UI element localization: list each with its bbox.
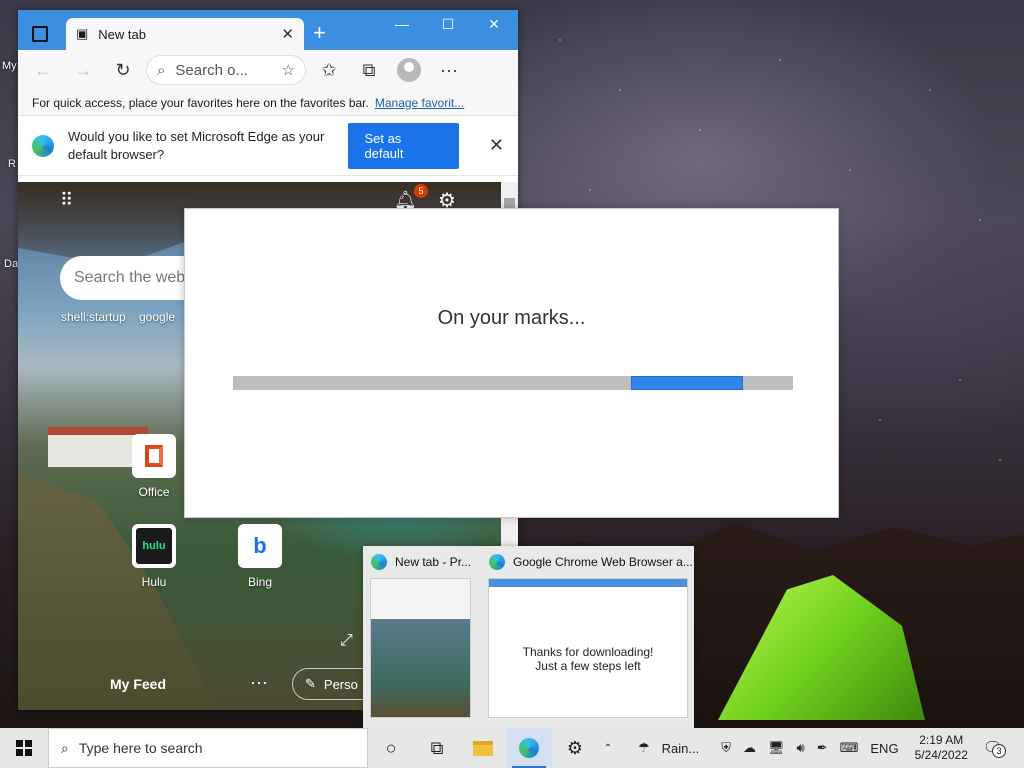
default-browser-prompt: Would you like to set Microsoft Edge as … (68, 128, 325, 162)
hulu-tile-label: Hulu (141, 575, 167, 589)
favorites-icon[interactable]: ✩ (312, 55, 346, 85)
preview-title-row: Google Chrome Web Browser a... (489, 554, 694, 570)
clock-date: 5/24/2022 (914, 748, 968, 762)
weather-widget[interactable]: ☂ Rain... (632, 740, 705, 756)
action-center-button[interactable]: 🗨︎ 3 (978, 738, 1008, 758)
file-explorer-button[interactable] (460, 728, 506, 768)
bing-tile[interactable]: b (238, 524, 282, 568)
pencil-icon: ✎ (305, 676, 316, 691)
set-default-button[interactable]: Set as default (348, 122, 459, 169)
forward-arrow-icon[interactable]: → (66, 55, 100, 85)
manage-favorites-link[interactable]: Manage favorit... (375, 96, 464, 110)
thanks-text: Thanks for downloading! (522, 645, 654, 659)
clock-time: 2:19 AM (919, 733, 964, 747)
security-shield-icon[interactable]: ⛨ (721, 740, 731, 756)
cloud-icon[interactable]: ☁ (743, 740, 756, 756)
progress-bar (233, 376, 793, 390)
preview-thumb-bar (489, 579, 687, 587)
bing-icon: b (253, 533, 267, 558)
favbar-text: For quick access, place your favorites h… (32, 95, 369, 110)
steps-text: Just a few steps left (535, 659, 641, 673)
app-launcher-icon[interactable]: ⠿ (60, 190, 74, 211)
new-tab-plus-icon[interactable]: + (313, 20, 326, 46)
edge-taskbar-button[interactable] (506, 728, 552, 768)
edge-logo-icon (489, 554, 505, 570)
task-view-icon[interactable]: ⧉ (414, 728, 460, 768)
windows-logo-icon (16, 740, 32, 756)
loading-dialog: On your marks... (184, 208, 839, 518)
pen-icon[interactable]: ✒ (817, 740, 828, 756)
preview-thumbnail-edge (370, 578, 471, 718)
desktop-icon-label-3[interactable]: Da (4, 258, 18, 270)
preview-title: New tab - Pr... (395, 555, 472, 569)
personalize-label: Perso (323, 676, 358, 692)
minimize-icon[interactable]: — (382, 16, 422, 32)
office-tile[interactable] (132, 434, 176, 478)
quick-link-google[interactable]: google (139, 310, 175, 324)
start-button[interactable] (0, 728, 48, 768)
system-tray: ⛨ ☁ 🖥︎ 🔊︎ ✒ ⌨ ENG (715, 740, 904, 756)
tab-close-icon[interactable]: ✕ (281, 25, 294, 43)
taskbar: ⌕ Type here to search ○ ⧉ ⚙ ⌃ ☂ Rain... … (0, 728, 1024, 768)
my-feed-tab[interactable]: My Feed (110, 676, 166, 692)
network-icon[interactable]: 🖥︎ (768, 740, 785, 756)
favorites-bar: For quick access, place your favorites h… (18, 90, 518, 116)
keyboard-icon[interactable]: ⌨ (840, 740, 859, 756)
progress-indicator (630, 376, 743, 390)
office-tile-label: Office (138, 485, 170, 499)
search-icon: ⌕ (157, 61, 166, 79)
address-placeholder: Search o... (175, 61, 248, 79)
browser-toolbar: ← → ↻ ⌕ Search o... ☆ ✩ ⧉ ··· (18, 50, 518, 90)
edge-logo-icon (32, 134, 54, 157)
default-browser-bar: Would you like to set Microsoft Edge as … (18, 116, 518, 176)
tab-title: New tab (98, 26, 146, 42)
back-arrow-icon[interactable]: ← (26, 55, 60, 85)
more-menu-icon[interactable]: ··· (432, 55, 466, 85)
weather-rain-icon: ☂ (638, 740, 650, 755)
hulu-tile[interactable]: hulu (132, 524, 176, 568)
edge-titlebar[interactable]: ▣ New tab ✕ + — ☐ ✕ (18, 10, 518, 50)
taskbar-search-placeholder: Type here to search (78, 740, 203, 756)
preview-thumb-text: Thanks for downloading! Just a few steps… (489, 645, 687, 673)
newtab-page-icon: ▣ (76, 26, 89, 41)
tab-new-tab[interactable]: ▣ New tab ✕ (66, 18, 304, 50)
weather-text: Rain... (661, 740, 700, 756)
edge-logo-icon (371, 554, 387, 570)
preview-thumbnail-chrome: Thanks for downloading! Just a few steps… (488, 578, 688, 718)
clock[interactable]: 2:19 AM 5/24/2022 (915, 733, 968, 763)
feed-more-icon[interactable]: ··· (250, 672, 268, 693)
language-indicator[interactable]: ENG (870, 741, 898, 756)
bing-tile-label: Bing (247, 575, 273, 589)
folder-icon (473, 740, 493, 756)
loading-message: On your marks... (437, 307, 586, 329)
expand-icon[interactable]: ⤢ (340, 632, 353, 650)
taskbar-preview-popup: New tab - Pr... Google Chrome Web Browse… (363, 546, 694, 728)
volume-icon[interactable]: 🔊︎ (797, 740, 805, 756)
notification-badge: 5 (414, 184, 428, 198)
taskbar-search-box[interactable]: ⌕ Type here to search (48, 728, 368, 768)
search-icon: ⌕ (61, 739, 69, 756)
desktop-icon-label-1[interactable]: My (2, 60, 17, 72)
task-view-circle-icon[interactable]: ○ (368, 728, 414, 768)
quick-link-shell-startup[interactable]: shell:startup (61, 310, 126, 324)
notification-count-badge: 3 (991, 744, 1006, 758)
profile-button[interactable] (392, 55, 426, 85)
preview-title: Google Chrome Web Browser a... (513, 555, 693, 569)
edge-logo-icon (519, 738, 539, 758)
hulu-icon: hulu (136, 528, 172, 564)
office-icon (145, 445, 163, 467)
close-window-icon[interactable]: ✕ (474, 16, 514, 33)
tab-actions-icon[interactable] (32, 26, 48, 42)
preview-item-chrome[interactable]: Google Chrome Web Browser a... Thanks fo… (481, 546, 694, 728)
maximize-icon[interactable]: ☐ (428, 16, 468, 33)
desktop-icon-label-2[interactable]: R (8, 158, 16, 170)
settings-taskbar-icon[interactable]: ⚙ (552, 728, 598, 768)
collections-icon[interactable]: ⧉ (352, 55, 386, 85)
add-favorite-icon[interactable]: ☆ (282, 61, 295, 79)
show-hidden-icons-chevron-icon[interactable]: ⌃ (598, 728, 618, 768)
address-bar[interactable]: ⌕ Search o... ☆ (146, 55, 306, 85)
dismiss-default-icon[interactable]: ✕ (489, 135, 504, 156)
refresh-icon[interactable]: ↻ (106, 55, 140, 85)
avatar (397, 58, 421, 82)
